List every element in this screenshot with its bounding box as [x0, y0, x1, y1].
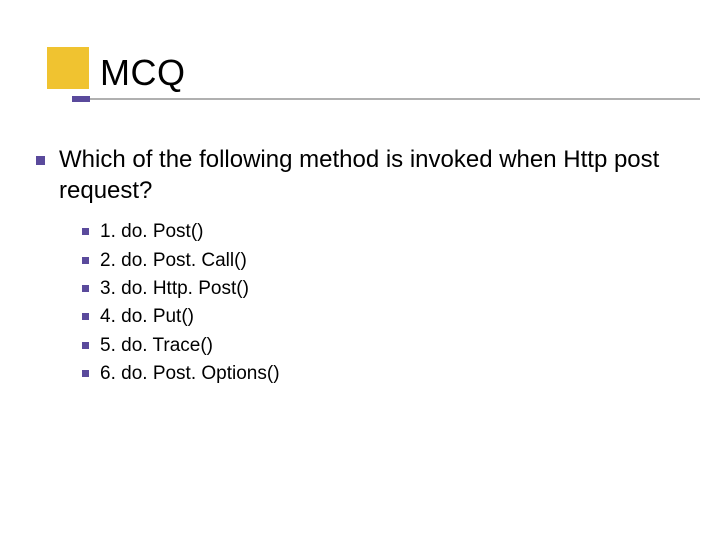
- list-item: 3. do. Http. Post(): [82, 277, 684, 301]
- slide-title: MCQ: [100, 52, 680, 94]
- option-text: 5. do. Trace(): [100, 334, 213, 358]
- options-list: 1. do. Post() 2. do. Post. Call() 3. do.…: [82, 220, 684, 386]
- option-text: 6. do. Post. Options(): [100, 362, 280, 386]
- list-item: 4. do. Put(): [82, 305, 684, 329]
- square-bullet-icon: [82, 257, 89, 264]
- list-item: 6. do. Post. Options(): [82, 362, 684, 386]
- title-block: MCQ: [72, 52, 680, 102]
- square-bullet-icon: [82, 370, 89, 377]
- square-bullet-icon: [82, 313, 89, 320]
- question-row: Which of the following method is invoked…: [36, 145, 684, 206]
- question-text: Which of the following method is invoked…: [59, 145, 684, 206]
- square-bullet-icon: [82, 342, 89, 349]
- option-text: 3. do. Http. Post(): [100, 277, 249, 301]
- option-text: 1. do. Post(): [100, 220, 204, 244]
- slide: MCQ Which of the following method is inv…: [0, 0, 720, 540]
- list-item: 1. do. Post(): [82, 220, 684, 244]
- underline-purple: [72, 96, 90, 102]
- list-item: 2. do. Post. Call(): [82, 249, 684, 273]
- underline-gray: [72, 98, 700, 100]
- title-underline: [72, 96, 680, 102]
- square-bullet-icon: [36, 156, 45, 165]
- square-bullet-icon: [82, 228, 89, 235]
- square-bullet-icon: [82, 285, 89, 292]
- option-text: 4. do. Put(): [100, 305, 194, 329]
- list-item: 5. do. Trace(): [82, 334, 684, 358]
- option-text: 2. do. Post. Call(): [100, 249, 247, 273]
- body: Which of the following method is invoked…: [36, 145, 684, 390]
